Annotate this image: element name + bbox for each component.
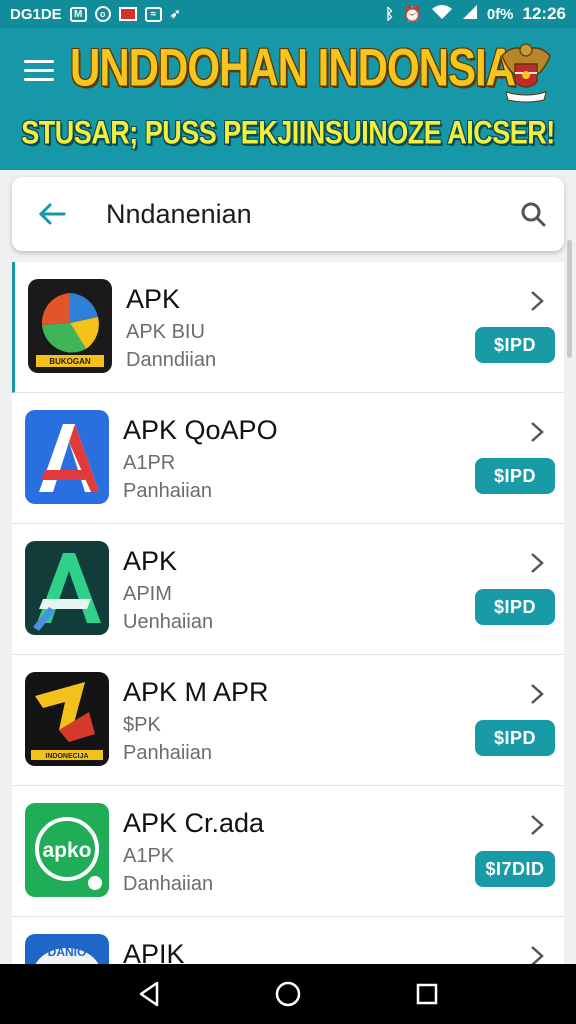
app-name: APK [123,546,178,576]
badge-logo-icon: DANIO [25,934,109,964]
back-triangle-icon[interactable] [125,970,173,1018]
app-subtitle: APK BIU [126,321,205,343]
app-developer: Danhaiian [123,873,214,895]
camera-icon: o [94,6,111,22]
app-list: BUKOGAN APK APK BIU Danndiian $IPD APK Q… [12,262,564,964]
flag-icon [118,7,137,21]
app-title: UNDDOHAN INDONSIA [70,38,516,97]
download-button[interactable]: $IPD [475,327,555,363]
bluetooth-icon: ᛒ [385,5,395,23]
chevron-right-icon [531,946,544,964]
download-button[interactable]: $IPD [475,720,555,756]
home-circle-icon[interactable] [264,970,312,1018]
battery-label: 0f% [486,5,514,23]
app-name: APK M APR [123,677,269,707]
list-item[interactable]: BUKOGAN APK APK BIU Danndiian $IPD [12,262,564,393]
clock: 12:26 [522,4,566,23]
apko-circle-icon: apko [25,803,109,897]
app-developer: Danndiian [126,349,217,371]
app-subtitle: $PK [123,714,161,736]
app-subtitle: STUSAR; PUSS PEKJIINSUINOZE AICSER! [21,114,555,151]
mail-icon: ≈ [144,6,162,22]
download-button[interactable]: $IPD [475,589,555,625]
chevron-right-icon [531,553,544,573]
alarm-icon: ⏰ [403,6,422,23]
app-developer: Uenhaiian [123,611,214,633]
app-name: APK QoAPO [123,415,278,445]
download-button[interactable]: $I7DID [475,851,555,887]
letter-a-green-icon [25,541,109,635]
app-developer: Panhaiian [123,742,212,764]
signal-icon [462,4,478,24]
search-bar [12,177,564,251]
carrier-label: DG1DE [10,5,62,23]
app-developer: Panhaiian [123,480,212,502]
recents-square-icon[interactable] [403,970,451,1018]
list-item[interactable]: APK QoAPO A1PR Panhaiian $IPD [12,393,564,524]
search-input[interactable] [92,177,502,251]
svg-text:DANIO: DANIO [48,945,87,959]
download-button[interactable]: $IPD [475,458,555,494]
app-subtitle: A1PR [123,452,176,474]
chevron-right-icon [531,291,544,311]
pie-logo-icon: BUKOGAN [28,279,112,373]
svg-text:INDONECIJA: INDONECIJA [45,753,88,760]
chevron-right-icon [531,422,544,442]
message-icon: M [69,6,87,22]
app-name: APK Cr.ada [123,808,265,838]
search-icon[interactable] [502,177,564,251]
svg-text:BUKOGAN: BUKOGAN [49,357,91,366]
folded-arrow-icon: INDONECIJA [25,672,109,766]
garuda-emblem-icon [498,40,554,106]
app-subtitle: A1PK [123,845,175,867]
list-item[interactable]: APK APIM Uenhaiian $IPD [12,524,564,655]
status-bar: DG1DE M o ≈ ➶ ᛒ ⏰ 0f% 12:26 [0,0,576,28]
svg-text:apko: apko [42,839,91,862]
wifi-icon [431,4,453,24]
list-item[interactable]: apko APK Cr.ada A1PK Danhaiian $I7DID [12,786,564,917]
app-name: APK [126,284,181,314]
chevron-right-icon [531,815,544,835]
hamburger-menu-icon[interactable] [24,60,54,84]
list-item[interactable]: DANIO APIK [12,917,564,964]
list-item[interactable]: INDONECIJA APK M APR $PK Panhaiian $IPD [12,655,564,786]
back-arrow-icon[interactable] [12,177,92,251]
app-name: APIK [123,939,185,964]
app-header: UNDDOHAN INDONSIA STUSAR; PUSS PEKJIINSU… [0,28,576,170]
chevron-right-icon [531,684,544,704]
scrollbar-thumb[interactable] [567,240,572,358]
location-icon: ➶ [169,6,181,21]
navigation-bar [0,964,576,1024]
letter-a-blue-icon [25,410,109,504]
app-subtitle: APIM [123,583,172,605]
